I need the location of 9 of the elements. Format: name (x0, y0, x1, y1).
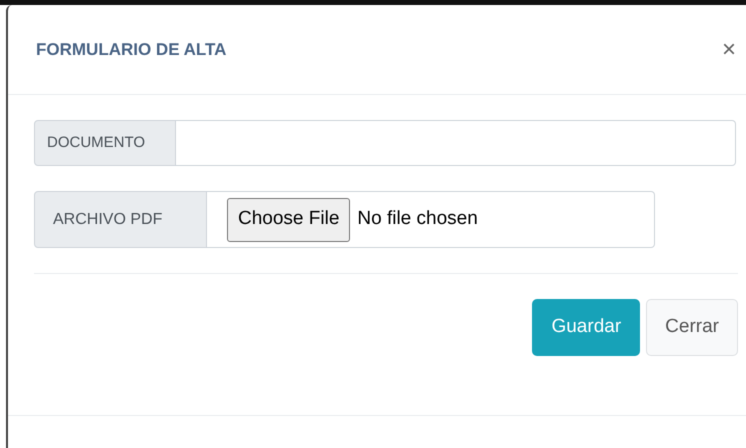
close-button[interactable]: × (722, 38, 736, 62)
field-label: ARCHIVO PDF (34, 191, 207, 248)
document-field[interactable] (176, 120, 736, 166)
choose-file-button[interactable]: Choose File (227, 198, 350, 242)
close-dialog-button[interactable]: Cerrar (646, 299, 738, 356)
file-field[interactable]: Choose File No file chosen (207, 191, 655, 248)
field-label: DOCUMENTO (34, 120, 176, 166)
modal-title: FORMULARIO DE ALTA (36, 38, 226, 61)
file-status: No file chosen (357, 207, 478, 232)
